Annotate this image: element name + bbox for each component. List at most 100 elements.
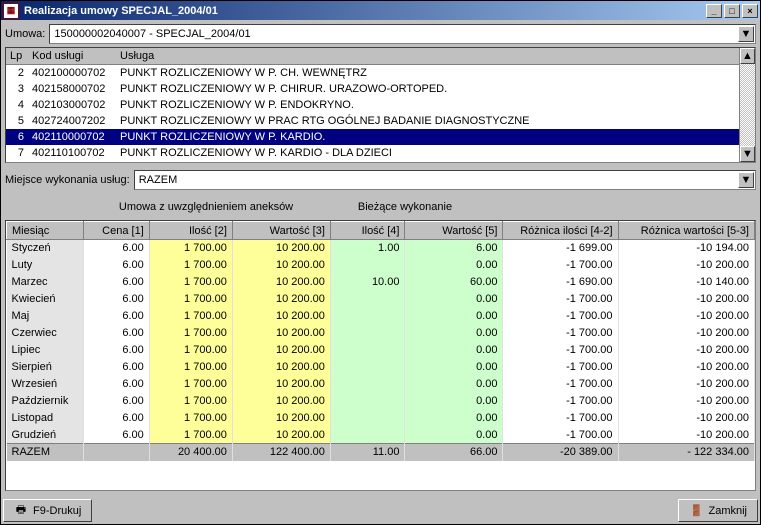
cell-cena: 6.00 <box>83 393 149 410</box>
cell-cena: 6.00 <box>83 359 149 376</box>
h-ilosc2: Ilość [4] <box>330 222 405 240</box>
cell-r2: -10 200.00 <box>618 342 754 359</box>
table-row[interactable]: Kwiecień6.001 700.0010 200.000.00-1 700.… <box>7 291 755 308</box>
cell-wart: 10 200.00 <box>232 359 330 376</box>
table-row[interactable]: Luty6.001 700.0010 200.000.00-1 700.00-1… <box>7 257 755 274</box>
table-row[interactable]: Wrzesień6.001 700.0010 200.000.00-1 700.… <box>7 376 755 393</box>
list-item[interactable]: 7402110100702PUNKT ROZLICZENIOWY W P. KA… <box>6 145 739 161</box>
table-row[interactable]: Marzec6.001 700.0010 200.0010.0060.00-1 … <box>7 274 755 291</box>
cell-cena: 6.00 <box>83 291 149 308</box>
col-kod: Kod usługi <box>28 50 116 62</box>
h-miesiac: Miesiąc <box>7 222 84 240</box>
cell-wart2: 0.00 <box>405 325 503 342</box>
cell-usluga: PUNKT ROZLICZENIOWY W P. CHIRUR. URAZOWO… <box>116 83 739 95</box>
cell-month: Październik <box>7 393 84 410</box>
cell-month: Luty <box>7 257 84 274</box>
cell-r2: -10 200.00 <box>618 257 754 274</box>
cell-ilosc: 1 700.00 <box>149 376 232 393</box>
cell-lp: 5 <box>6 115 28 127</box>
col-lp: Lp <box>6 50 28 62</box>
cell-r2: -10 200.00 <box>618 308 754 325</box>
cell-wart: 10 200.00 <box>232 342 330 359</box>
cell-month: Sierpień <box>7 359 84 376</box>
cell-month: Grudzień <box>7 427 84 444</box>
cell-month: Kwiecień <box>7 291 84 308</box>
group-umowa: Umowa z uwzględnieniem aneksów <box>5 201 317 213</box>
cell-month: Maj <box>7 308 84 325</box>
app-icon: ▦ <box>3 3 19 19</box>
cell-lp: 3 <box>6 83 28 95</box>
cell-r1: -1 690.00 <box>503 274 618 291</box>
minimize-button[interactable]: _ <box>706 4 722 18</box>
cell-r2: -10 200.00 <box>618 359 754 376</box>
footer: 🖶 F9-Drukuj 🚪 Zamknij <box>1 495 760 524</box>
cell-usluga: PUNKT ROZLICZENIOWY W P. ENDOKRYNO. <box>116 99 739 111</box>
service-list: Lp Kod usługi Usługa 2402100000702PUNKT … <box>5 47 756 163</box>
cell-r2: -10 200.00 <box>618 325 754 342</box>
cell-wart: 10 200.00 <box>232 410 330 427</box>
list-item[interactable]: 4402103000702PUNKT ROZLICZENIOWY W P. EN… <box>6 97 739 113</box>
cell-wart: 10 200.00 <box>232 308 330 325</box>
group-biezace: Bieżące wykonanie <box>317 201 493 213</box>
cell-wart2: 6.00 <box>405 240 503 257</box>
cell-ilosc: 1 700.00 <box>149 393 232 410</box>
miejsce-value: RAZEM <box>139 174 178 186</box>
list-item[interactable]: 3402158000702PUNKT ROZLICZENIOWY W P. CH… <box>6 81 739 97</box>
print-button[interactable]: 🖶 F9-Drukuj <box>3 499 92 522</box>
table-row[interactable]: Czerwiec6.001 700.0010 200.000.00-1 700.… <box>7 325 755 342</box>
cell-cena: 6.00 <box>83 257 149 274</box>
list-item[interactable]: 5402724007202PUNKT ROZLICZENIOWY W PRAC … <box>6 113 739 129</box>
close-action-button[interactable]: 🚪 Zamknij <box>678 499 758 522</box>
miejsce-combo[interactable]: RAZEM ▼ <box>134 170 756 190</box>
cell-r1: -1 700.00 <box>503 325 618 342</box>
cell-r1: -1 700.00 <box>503 342 618 359</box>
cell-ilosc: 1 700.00 <box>149 325 232 342</box>
h-wartosc: Wartość [3] <box>232 222 330 240</box>
close-button[interactable]: × <box>742 4 758 18</box>
cell-r1: -1 700.00 <box>503 410 618 427</box>
cell-r2: -10 200.00 <box>618 410 754 427</box>
table-row[interactable]: Sierpień6.001 700.0010 200.000.00-1 700.… <box>7 359 755 376</box>
cell-r1: -1 699.00 <box>503 240 618 257</box>
table-row[interactable]: Grudzień6.001 700.0010 200.000.00-1 700.… <box>7 427 755 444</box>
cell-ilosc2 <box>330 393 405 410</box>
cell-usluga: PUNKT ROZLICZENIOWY W P. KARDIO - DLA DZ… <box>116 147 739 159</box>
table-row[interactable]: Październik6.001 700.0010 200.000.00-1 7… <box>7 393 755 410</box>
cell-wart2: 0.00 <box>405 410 503 427</box>
table-row[interactable]: Lipiec6.001 700.0010 200.000.00-1 700.00… <box>7 342 755 359</box>
list-header: Lp Kod usługi Usługa <box>6 48 739 65</box>
h-rozn-ilosc: Różnica ilości [4-2] <box>503 222 618 240</box>
list-item[interactable]: 6402110000702PUNKT ROZLICZENIOWY W P. KA… <box>6 129 739 145</box>
door-icon: 🚪 <box>689 504 703 518</box>
chevron-down-icon[interactable]: ▼ <box>738 26 754 42</box>
cell-ilosc2 <box>330 410 405 427</box>
scroll-up-icon[interactable]: ▲ <box>740 48 755 64</box>
list-item[interactable]: 2402100000702PUNKT ROZLICZENIOWY W P. CH… <box>6 65 739 81</box>
chevron-down-icon[interactable]: ▼ <box>738 172 754 188</box>
cell-wart2: 0.00 <box>405 427 503 444</box>
grid-header-row: Miesiąc Cena [1] Ilość [2] Wartość [3] I… <box>7 222 755 240</box>
cell-ilosc: 1 700.00 <box>149 274 232 291</box>
cell-wart2: 0.00 <box>405 257 503 274</box>
scroll-down-icon[interactable]: ▼ <box>740 146 755 162</box>
cell-wart: 10 200.00 <box>232 240 330 257</box>
cell-cena: 6.00 <box>83 325 149 342</box>
cell-lp: 7 <box>6 147 28 159</box>
cell-r1: -1 700.00 <box>503 359 618 376</box>
umowa-combo[interactable]: 150000002040007 - SPECJAL_2004/01 ▼ <box>49 24 756 44</box>
cell-kod: 402103000702 <box>28 99 116 111</box>
scrollbar[interactable]: ▲ ▼ <box>739 48 755 162</box>
scroll-track[interactable] <box>740 64 755 146</box>
maximize-button[interactable]: □ <box>724 4 740 18</box>
table-row[interactable]: Listopad6.001 700.0010 200.000.00-1 700.… <box>7 410 755 427</box>
cell-usluga: PUNKT ROZLICZENIOWY W P. CH. WEWNĘTRZ <box>116 67 739 79</box>
cell-wart2: 0.00 <box>405 359 503 376</box>
close-label: Zamknij <box>708 505 747 517</box>
table-row[interactable]: Styczeń6.001 700.0010 200.001.006.00-1 6… <box>7 240 755 257</box>
table-row[interactable]: Maj6.001 700.0010 200.000.00-1 700.00-10… <box>7 308 755 325</box>
cell-ilosc: 1 700.00 <box>149 291 232 308</box>
print-label: F9-Drukuj <box>33 505 81 517</box>
cell-kod: 402724007202 <box>28 115 116 127</box>
cell-ilosc2 <box>330 376 405 393</box>
cell-r2: -10 194.00 <box>618 240 754 257</box>
